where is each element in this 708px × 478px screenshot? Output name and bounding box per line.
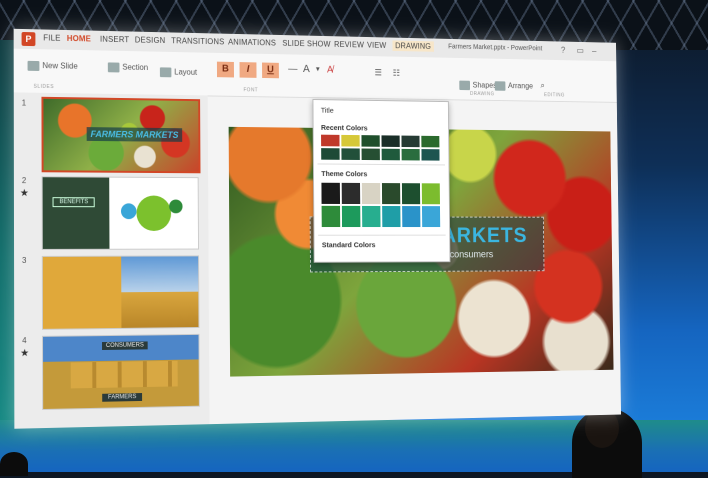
arrange-icon [494, 81, 506, 91]
color-swatch[interactable] [341, 205, 361, 228]
help-icon[interactable]: ? [561, 45, 565, 54]
color-swatch[interactable] [381, 148, 400, 161]
font-color-dropdown: Title Recent Colors Theme Colors Standar… [312, 99, 451, 263]
new-slide-button[interactable]: New Slide [27, 60, 78, 72]
color-swatch[interactable] [382, 206, 401, 228]
color-swatch[interactable] [421, 183, 440, 205]
thumb-footer: FARMERS [102, 393, 143, 402]
shapes-icon [459, 80, 471, 91]
new-slide-icon [27, 60, 40, 71]
thumb-title: FARMERS MARKETS [86, 127, 183, 142]
color-swatch[interactable] [362, 205, 381, 228]
divider [318, 234, 446, 236]
powerpoint-logo-icon: P [21, 31, 36, 47]
color-swatch[interactable] [402, 206, 421, 228]
binoculars-icon[interactable]: ⌕ [540, 80, 545, 90]
group-label-slides: SLIDES [33, 83, 55, 91]
tab-slide-show[interactable]: SLIDE SHOW [282, 39, 330, 49]
color-swatch[interactable] [341, 182, 361, 205]
color-swatch[interactable] [361, 148, 380, 161]
thumb-title: CONSUMERS [102, 341, 148, 351]
theme-colors-grid [321, 182, 441, 228]
group-label-editing: EDITING [544, 92, 565, 99]
italic-button[interactable]: I [239, 62, 257, 78]
section-icon [107, 62, 120, 73]
thumb-number: 2 [21, 176, 27, 186]
slide-thumbnail-2[interactable]: BENEFITS [41, 176, 199, 250]
tab-drawing[interactable]: DRAWING [392, 40, 434, 52]
color-swatch[interactable] [361, 182, 381, 205]
font-color-dropdown-icon[interactable]: ▾ [316, 65, 320, 74]
numbering-icon[interactable]: ☷ [393, 68, 400, 79]
color-swatch[interactable] [401, 183, 421, 205]
layout-button[interactable]: Layout [159, 67, 197, 78]
document-title: Farmers Market.pptx - PowerPoint [448, 43, 543, 53]
thumb-number: 3 [22, 255, 27, 265]
clear-formatting-icon[interactable]: A̸ [327, 65, 333, 76]
tab-view[interactable]: VIEW [367, 41, 386, 50]
font-color-button[interactable]: A [303, 63, 310, 75]
color-swatch[interactable] [401, 148, 420, 161]
tab-insert[interactable]: INSERT [100, 35, 129, 44]
color-swatch[interactable] [341, 148, 360, 160]
projected-app-window: P FILE HOME INSERT DESIGN TRANSITIONS AN… [13, 28, 622, 429]
strikethrough-icon[interactable]: — [288, 64, 297, 75]
thumb-number: 1 [21, 98, 27, 108]
color-swatch[interactable] [421, 206, 441, 228]
tab-design[interactable]: DESIGN [135, 36, 166, 45]
slide-thumbnail-3[interactable] [41, 255, 200, 330]
slide-thumbnail-1[interactable]: FARMERS MARKETS [41, 96, 201, 174]
color-swatch[interactable] [421, 149, 440, 161]
slide-title: ARKETS [441, 223, 528, 248]
color-swatch[interactable] [321, 134, 340, 147]
color-swatch[interactable] [381, 183, 401, 205]
restore-icon[interactable]: ▭ [576, 46, 583, 56]
divider [317, 163, 445, 166]
group-label-drawing: DRAWING [470, 91, 495, 98]
tab-transitions[interactable]: TRANSITIONS [171, 36, 224, 46]
theme-colors-label: Theme Colors [321, 169, 368, 179]
arrange-button[interactable]: Arrange [494, 81, 533, 91]
star-icon: ★ [20, 348, 30, 360]
standard-colors-label: Standard Colors [321, 240, 376, 250]
recent-colors-grid [321, 134, 440, 161]
thumb-title: BENEFITS [52, 197, 96, 208]
bullets-icon[interactable]: ☰ [375, 68, 382, 79]
layout-icon [159, 67, 172, 78]
color-swatch[interactable] [341, 134, 360, 147]
color-swatch[interactable] [321, 148, 340, 160]
tab-file[interactable]: FILE [43, 33, 60, 42]
audience-head [0, 452, 28, 476]
group-label-font: FONT [243, 87, 259, 94]
tab-animations[interactable]: ANIMATIONS [228, 38, 276, 48]
tab-review[interactable]: REVIEW [334, 40, 364, 49]
slide-thumbnail-4[interactable]: CONSUMERS FARMERS [42, 333, 200, 411]
slide-thumbnails-pane: 1 FARMERS MARKETS 2 ★ BENEFITS 3 4 ★ CON… [13, 92, 210, 429]
bold-button[interactable]: B [216, 61, 234, 78]
tab-home[interactable]: HOME [67, 34, 91, 43]
picker-title: Title [320, 105, 334, 115]
color-swatch[interactable] [361, 135, 380, 147]
underline-button[interactable]: U [262, 62, 279, 79]
color-swatch[interactable] [381, 135, 400, 147]
recent-colors-label: Recent Colors [320, 123, 368, 133]
color-swatch[interactable] [321, 205, 341, 228]
color-swatch[interactable] [401, 135, 420, 148]
shapes-button[interactable]: Shapes [459, 80, 497, 91]
section-button[interactable]: Section [107, 62, 148, 73]
minimize-icon[interactable]: – [592, 46, 596, 55]
star-icon: ★ [19, 188, 29, 200]
color-swatch[interactable] [321, 182, 341, 204]
thumb-number: 4 [22, 336, 27, 346]
color-swatch[interactable] [421, 135, 440, 148]
